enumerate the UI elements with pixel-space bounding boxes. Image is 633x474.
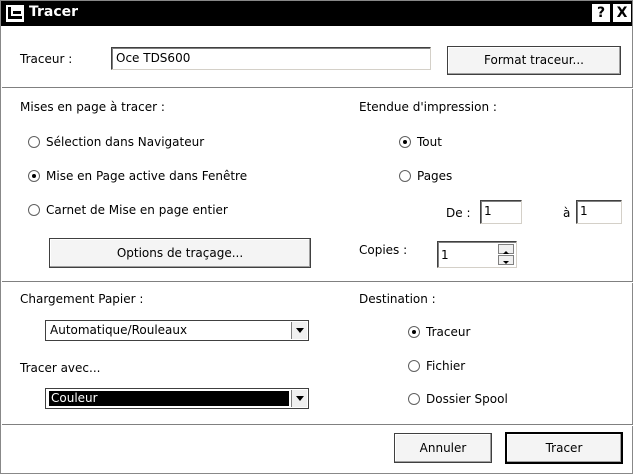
radio-label: Sélection dans Navigateur	[46, 135, 205, 149]
copies-label: Copies :	[359, 243, 408, 257]
cancel-button[interactable]: Annuler	[394, 433, 492, 463]
to-page-field[interactable]: 1	[576, 200, 622, 224]
plotter-name-field[interactable]: Oce TDS600	[111, 47, 431, 70]
to-label: à	[563, 206, 571, 220]
radio-circle	[408, 393, 420, 405]
radio-dest-spool[interactable]: Dossier Spool	[408, 392, 508, 406]
plot-button[interactable]: Tracer	[506, 433, 622, 463]
from-page-field[interactable]: 1	[480, 200, 522, 224]
help-button[interactable]: ?	[592, 4, 610, 22]
radio-label: Carnet de Mise en page entier	[46, 203, 228, 217]
radio-label: Traceur	[426, 325, 471, 339]
radio-label: Dossier Spool	[426, 392, 508, 406]
from-label: De :	[446, 206, 471, 220]
stepper-down-button[interactable]	[498, 255, 514, 265]
range-heading: Etendue d'impression :	[359, 100, 497, 114]
plot-with-select[interactable]: Couleur	[45, 388, 309, 409]
plot-with-label: Tracer avec...	[20, 361, 101, 375]
radio-circle-selected	[408, 326, 420, 338]
radio-circle-selected	[399, 136, 411, 148]
radio-circle	[28, 204, 40, 216]
paper-select-value: Automatique/Rouleaux	[50, 323, 188, 337]
radio-selection-navigator[interactable]: Sélection dans Navigateur	[28, 135, 204, 149]
divider	[2, 281, 633, 283]
divider	[2, 424, 633, 426]
radio-label: Fichier	[426, 359, 466, 373]
radio-dest-plotter[interactable]: Traceur	[408, 325, 470, 339]
radio-label: Tout	[417, 135, 442, 149]
plotter-format-button[interactable]: Format traceur...	[447, 46, 621, 75]
radio-whole-layout-book[interactable]: Carnet de Mise en page entier	[28, 203, 228, 217]
plot-options-button[interactable]: Options de traçage...	[49, 238, 311, 268]
radio-range-all[interactable]: Tout	[399, 135, 442, 149]
radio-range-pages[interactable]: Pages	[399, 169, 452, 183]
radio-label: Pages	[417, 169, 453, 183]
close-button[interactable]: X	[613, 4, 631, 22]
stepper-up-button[interactable]	[498, 244, 514, 254]
destination-heading: Destination :	[359, 292, 436, 306]
chevron-down-icon[interactable]	[291, 322, 307, 339]
radio-circle	[408, 360, 420, 372]
title-bar[interactable]: Tracer ? X	[1, 1, 632, 26]
window-title: Tracer	[29, 4, 79, 20]
chevron-down-icon[interactable]	[291, 390, 307, 407]
radio-dest-file[interactable]: Fichier	[408, 359, 465, 373]
radio-circle-selected	[28, 170, 40, 182]
radio-active-layout[interactable]: Mise en Page active dans Fenêtre	[28, 169, 247, 183]
radio-circle	[399, 170, 411, 182]
plotter-app-icon	[6, 5, 24, 22]
paper-label: Chargement Papier :	[20, 292, 144, 306]
plot-dialog: Tracer ? X Traceur : Oce TDS600 Format t…	[0, 0, 633, 474]
copies-stepper[interactable]	[498, 244, 514, 265]
divider	[2, 87, 633, 89]
chevron-down-icon	[503, 261, 509, 264]
plotter-label: Traceur :	[20, 52, 73, 66]
radio-label: Mise en Page active dans Fenêtre	[46, 169, 248, 183]
plot-with-select-value: Couleur	[49, 391, 289, 406]
paper-select[interactable]: Automatique/Rouleaux	[45, 320, 309, 341]
layouts-heading: Mises en page à tracer :	[20, 100, 165, 114]
radio-circle	[28, 136, 40, 148]
